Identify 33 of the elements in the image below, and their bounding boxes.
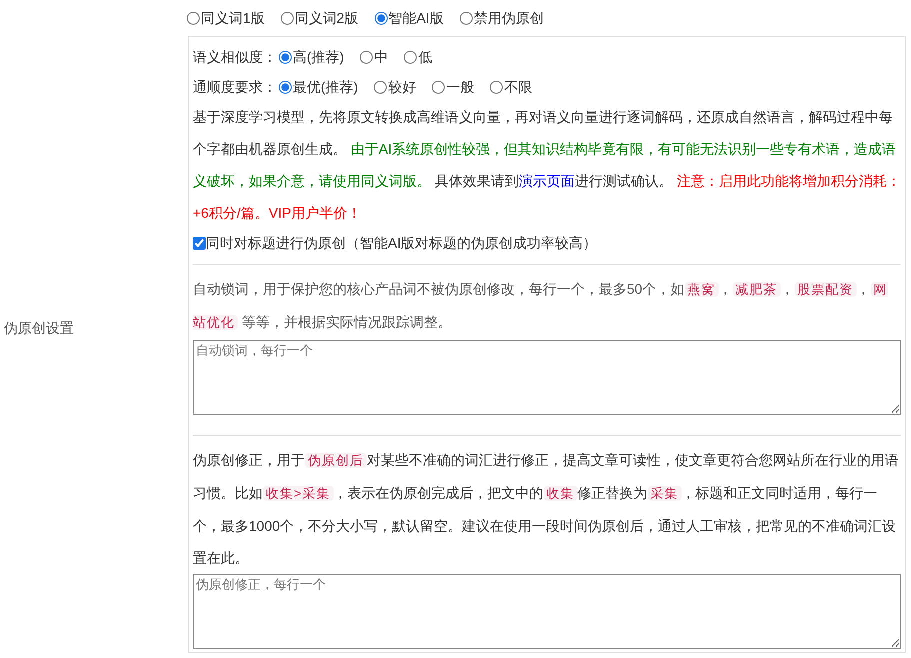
field-label: 语义相似度： xyxy=(193,48,277,66)
radio-label: 智能AI版 xyxy=(388,8,444,28)
radio-label: 一般 xyxy=(446,78,474,96)
lock-words-description: 自动锁词，用于保护您的核心产品词不被伪原创修改，每行一个，最多50个，如 燕窝 ， 减肥茶 ， 股票配资 ， 网站优化 等等，并根据实际情况跟踪调整。 xyxy=(193,280,889,332)
checkbox-label: 同时对标题进行伪原创（智能AI版对标题的伪原创成功率较高） xyxy=(206,234,598,252)
radio-button[interactable] xyxy=(404,50,418,64)
radio-button[interactable] xyxy=(432,80,446,94)
radio-button[interactable] xyxy=(374,12,388,24)
radio-button[interactable] xyxy=(374,80,388,94)
radio-button[interactable] xyxy=(279,50,292,64)
radio-label: 高(推荐) xyxy=(293,48,344,67)
corrections-description: 伪原创修正，用于 伪原创后 对某些不准确的词汇进行修正，提高文章可读性，使文章更符合您网站所在行业的用语习惯。比如 收集>采集 ，表示在伪原创完成后，把文中的 收集 修正替换为 采集 ，标题和正文同时适用，每行一个，最多1000个，不分大小写，默认留空。建议在使用一段时间伪原创后，通过人工审核，把常见的不准确词汇设置在此。 xyxy=(193,451,900,568)
radio-label: 较好 xyxy=(388,78,416,96)
radio-button[interactable] xyxy=(490,80,504,94)
radio-button[interactable] xyxy=(187,12,200,24)
radio-label: 不限 xyxy=(504,78,532,96)
row-label: 伪原创设置 xyxy=(4,318,74,338)
field-label: 通顺度要求： xyxy=(193,78,277,96)
radio-label: 同义词1版 xyxy=(201,8,265,28)
radio-button[interactable] xyxy=(279,80,292,94)
radio-button[interactable] xyxy=(360,50,374,64)
radio-label: 最优(推荐) xyxy=(293,78,358,97)
radio-label: 低 xyxy=(418,48,432,66)
radio-button[interactable] xyxy=(460,12,473,24)
corrections-field[interactable]: 伪原创修正，每行一个 xyxy=(193,574,901,649)
checkbox[interactable] xyxy=(193,236,206,250)
radio-label: 中 xyxy=(374,48,388,66)
radio-label: 禁用伪原创 xyxy=(474,8,544,28)
radio-button[interactable] xyxy=(280,12,294,24)
ai-description: 基于深度学习模型，先将原文转换成高维语义向量，再对语义向量进行逐词解码，还原成自然语言，解码过程中每个字都由机器原创生成。 由于AI系统原创性较强，但其知识结构毕竟有限，有可能无法识别一些专有术语，造成语义破坏，如果介意，请使用同义词版。 具体效果请到演示页面进行测试确认。 注意：启用此功能将增加积分消耗：+6积分/篇。VIP用户半价！ xyxy=(193,108,901,223)
lock-words-field[interactable]: 自动锁词，每行一个 xyxy=(193,340,901,415)
demo-page-link[interactable]: 演示页面 xyxy=(518,173,575,189)
radio-label: 同义词2版 xyxy=(294,8,359,28)
